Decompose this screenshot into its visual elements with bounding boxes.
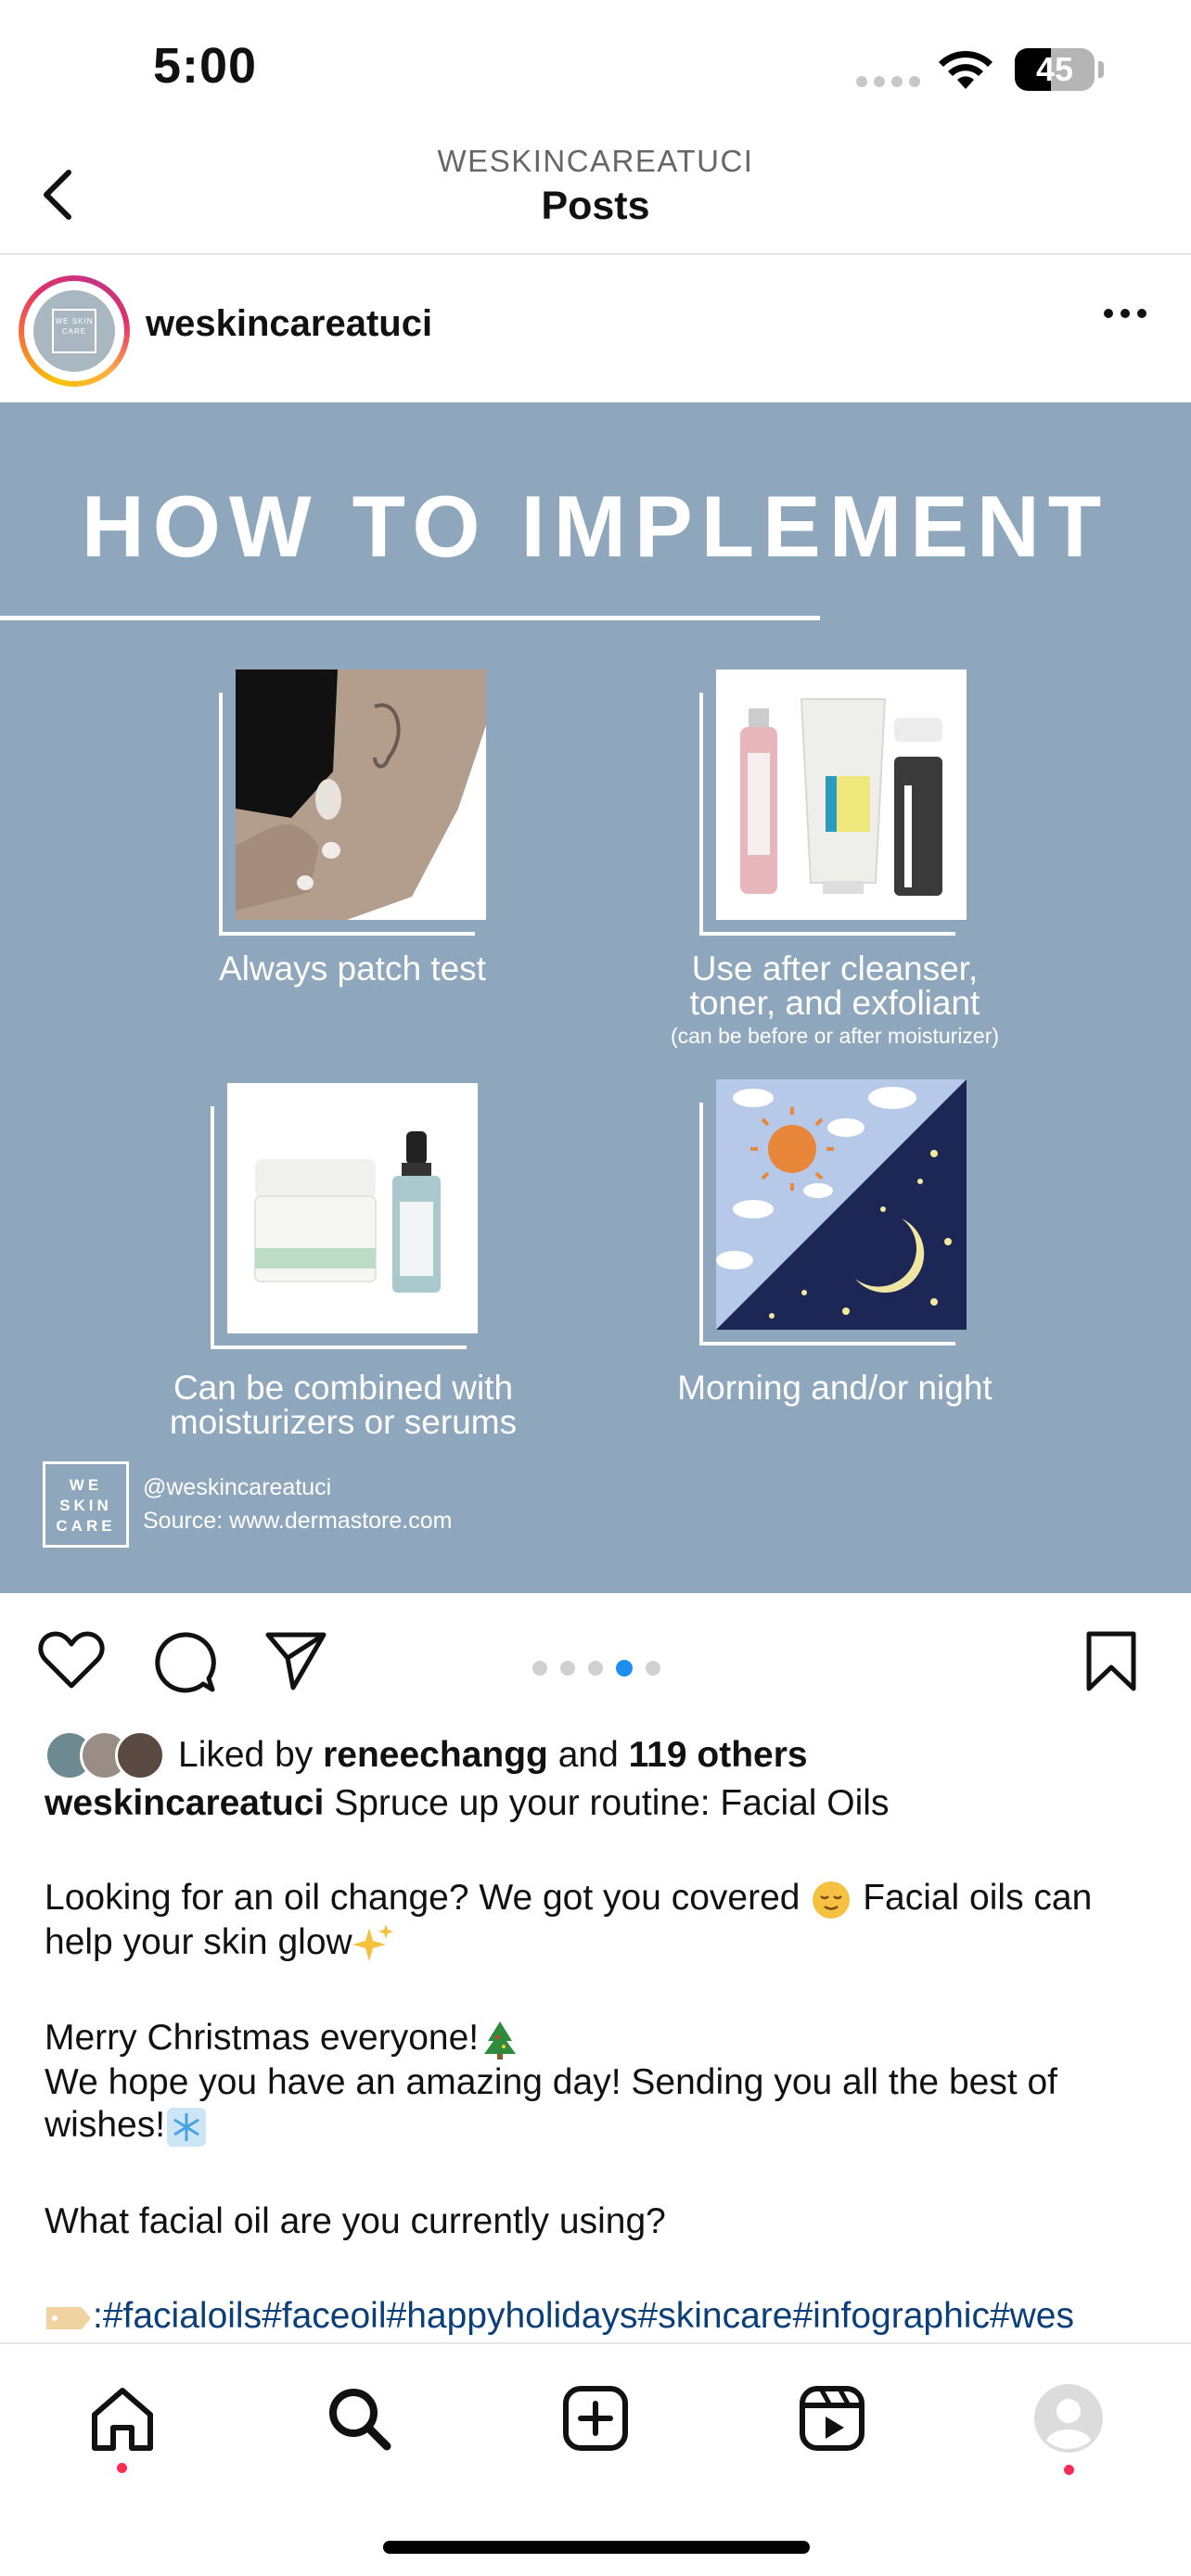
reels-icon[interactable] xyxy=(795,2381,869,2455)
home-icon[interactable] xyxy=(85,2381,160,2455)
skincare-products-illustration xyxy=(716,670,967,920)
caption-username[interactable]: weskincareatuci xyxy=(45,1783,324,1823)
carousel-dot xyxy=(560,1661,575,1676)
search-icon[interactable] xyxy=(322,2381,396,2455)
panel-after-cleanser xyxy=(699,670,967,936)
battery-icon: 45 xyxy=(1015,48,1095,91)
infographic-title: HOW TO IMPLEMENT xyxy=(81,478,1110,575)
post-image[interactable]: HOW TO IMPLEMENT Always patch test Use a… xyxy=(0,402,1191,1593)
post-header: WE SKIN CARE weskincareatuci xyxy=(0,257,1191,402)
brand-handle: @weskincareatuci xyxy=(143,1474,332,1500)
sparkles-icon xyxy=(352,1924,393,1962)
heart-icon[interactable] xyxy=(37,1630,106,1691)
liker-avatar xyxy=(115,1730,165,1780)
brand-logo: WE SKIN CARE xyxy=(43,1461,129,1548)
likes-row[interactable]: Liked by reneechangg and 119 others xyxy=(45,1729,808,1781)
profile-avatar-icon[interactable] xyxy=(1031,2381,1106,2455)
home-indicator[interactable] xyxy=(383,2541,810,2554)
notification-dot xyxy=(1064,2465,1074,2475)
battery-cap xyxy=(1098,61,1104,78)
post-caption: weskincareatuci Spruce up your routine: … xyxy=(45,1782,1158,2338)
caption-text: Looking for an oil change? We got you co… xyxy=(45,1878,800,1918)
create-post-icon[interactable] xyxy=(558,2381,633,2455)
caption-headline: Spruce up your routine: Facial Oils xyxy=(334,1783,890,1823)
snowflake-icon xyxy=(167,2107,207,2147)
post-action-bar xyxy=(0,1593,1191,1723)
likes-text: Liked by reneechangg and 119 others xyxy=(178,1735,808,1775)
panel-caption: Use after cleanser, toner, and exfoliant xyxy=(689,950,980,1022)
post-username[interactable]: weskincareatuci xyxy=(146,303,432,345)
carousel-indicator xyxy=(532,1660,660,1677)
panel-combine xyxy=(211,1083,478,1349)
carousel-dot xyxy=(532,1661,547,1676)
patch-test-illustration xyxy=(236,670,486,920)
panel-note: (can be before or after moisturizer) xyxy=(670,1024,1000,1048)
caption-question: What facial oil are you currently using? xyxy=(45,2200,666,2241)
hashtags[interactable]: :#facialoils#faceoil#happyholidays#skinc… xyxy=(93,2296,1074,2336)
nav-header: WESKINCAREATUCI Posts xyxy=(0,139,1191,255)
caption-text: Merry Christmas everyone! xyxy=(45,2018,480,2059)
header-account-name: WESKINCAREATUCI xyxy=(437,144,754,178)
relieved-face-icon xyxy=(813,1881,851,1919)
share-icon[interactable] xyxy=(263,1630,328,1691)
comment-icon[interactable] xyxy=(151,1630,216,1695)
carousel-dot xyxy=(646,1661,660,1676)
carousel-dot xyxy=(588,1661,603,1676)
status-bar: 5:00 45 xyxy=(0,0,1191,139)
christmas-tree-icon xyxy=(484,2021,517,2060)
jar-and-serum-illustration xyxy=(227,1083,478,1333)
carousel-dot xyxy=(616,1660,633,1677)
panel-caption: Can be combined with moisturizers or seru… xyxy=(169,1369,518,1441)
cellular-signal-icon xyxy=(856,76,920,87)
bookmark-icon[interactable] xyxy=(1083,1630,1139,1693)
wifi-icon xyxy=(939,50,992,89)
panel-caption: Always patch test xyxy=(219,950,486,988)
likes-count[interactable]: 119 others xyxy=(629,1735,808,1775)
liker-username[interactable]: reneechangg xyxy=(323,1735,548,1775)
avatar[interactable]: WE SKIN CARE xyxy=(19,275,130,387)
brand-source: Source: www.dermastore.com xyxy=(143,1508,453,1534)
status-time: 5:00 xyxy=(153,38,258,94)
panel-caption: Morning and/or night xyxy=(677,1369,992,1407)
title-divider xyxy=(0,616,820,620)
sun-moon-illustration xyxy=(716,1079,967,1330)
panel-morning-night xyxy=(699,1079,967,1345)
label-tag-icon xyxy=(46,2306,91,2329)
avatar-logo: WE SKIN CARE xyxy=(52,309,96,353)
notification-dot xyxy=(117,2463,127,2473)
ellipsis-icon[interactable] xyxy=(1104,309,1146,318)
panel-patch-test xyxy=(219,670,486,936)
page-title: Posts xyxy=(541,184,650,228)
battery-level: 45 xyxy=(1035,50,1074,88)
